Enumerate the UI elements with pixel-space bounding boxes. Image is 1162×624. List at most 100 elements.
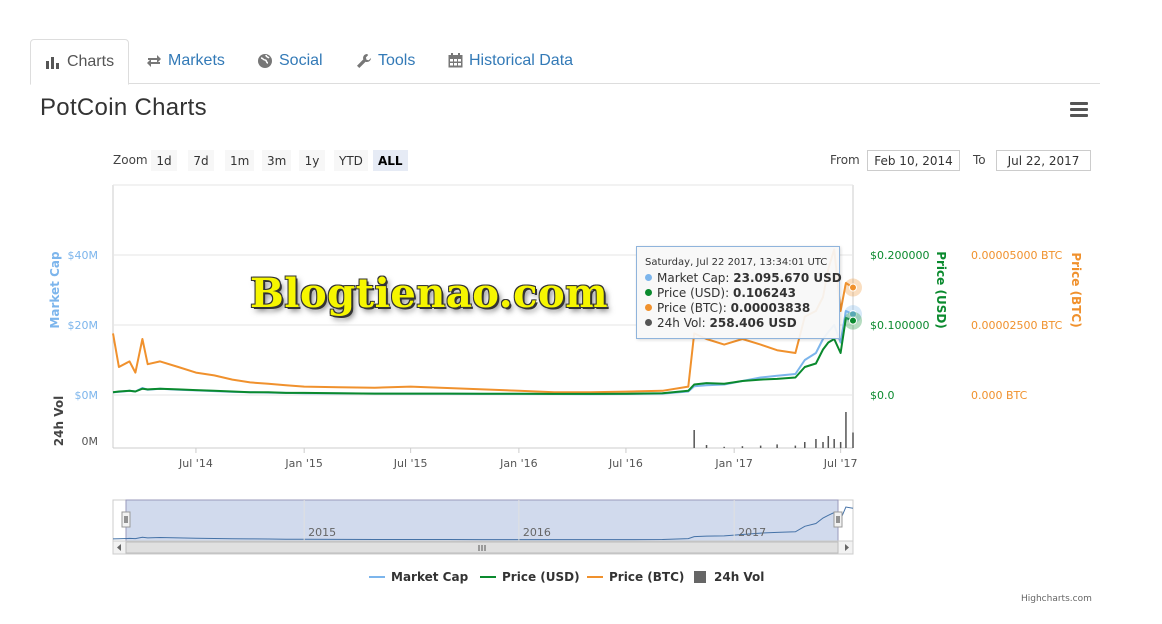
navigator-year-label: 2017 <box>738 526 766 539</box>
exchange-icon <box>146 54 162 68</box>
chart-legend: Market Cap Price (USD) Price (BTC) 24h V… <box>0 570 1162 588</box>
x-tick-label: Jan '17 <box>714 457 752 470</box>
market-cap-tick-label: $0M <box>75 389 99 402</box>
x-tick-label: Jul '17 <box>823 457 858 470</box>
tooltip-label: Price (USD): <box>657 286 730 300</box>
tooltip-label: Price (BTC): <box>657 301 727 315</box>
price-usd-dot-icon <box>645 289 652 296</box>
price-usd-tick-label: $0.200000 <box>870 249 930 262</box>
bar-chart-icon <box>45 55 61 69</box>
legend-price-usd[interactable]: Price (USD) <box>480 570 580 584</box>
volume-bar <box>705 445 708 448</box>
hover-halo <box>844 278 862 297</box>
calendar-icon <box>448 53 463 68</box>
globe-icon <box>257 53 273 69</box>
to-label: To <box>973 153 986 167</box>
wrench-icon <box>356 53 372 69</box>
hover-halo <box>844 305 862 324</box>
legend-market-cap[interactable]: Market Cap <box>369 570 468 584</box>
tooltip-title: Saturday, Jul 22 2017, 13:34:01 UTC <box>645 257 828 268</box>
volume-bar <box>839 442 842 448</box>
volume-bar <box>827 436 830 448</box>
watermark-text: Blogtienao.com <box>250 270 609 317</box>
volume-bar <box>822 442 824 448</box>
tooltip-row-price-usd: Price (USD): 0.106243 <box>645 286 796 300</box>
price-usd-tick-label: $0.100000 <box>870 319 930 332</box>
volume-bar <box>794 445 797 448</box>
tooltip-label: 24h Vol: <box>657 316 706 330</box>
highcharts-credits[interactable]: Highcharts.com <box>1021 594 1092 604</box>
chart-tooltip: Saturday, Jul 22 2017, 13:34:01 UTC Mark… <box>636 246 842 339</box>
price-btc-tick-label: 0.00005000 BTC <box>971 249 1063 262</box>
tooltip-value: 0.106243 <box>732 286 796 300</box>
legend-square-icon <box>694 571 706 583</box>
navigator-year-label: 2016 <box>523 526 551 539</box>
scroll-left-arrow-icon <box>117 544 121 551</box>
legend-label: Price (USD) <box>502 570 580 584</box>
x-tick-label: Jul '16 <box>608 457 643 470</box>
price-btc-tick-label: 0.00002500 BTC <box>971 319 1063 332</box>
volume-bar <box>723 446 725 448</box>
hover-marker <box>849 316 857 325</box>
tab-label: Tools <box>378 51 416 69</box>
volume-bar <box>852 432 854 448</box>
tab-markets[interactable]: Markets <box>146 39 225 82</box>
zoom-1y-button[interactable]: 1y <box>299 150 325 171</box>
market-cap-axis-title: Market Cap <box>48 251 62 329</box>
volume-bar <box>815 439 817 448</box>
tab-tools[interactable]: Tools <box>356 39 415 82</box>
tooltip-row-volume: 24h Vol: 258.406 USD <box>645 316 797 330</box>
x-tick-label: Jul '15 <box>393 457 428 470</box>
price-btc-axis-title: Price (BTC) <box>1069 252 1083 327</box>
navigator-series-line <box>112 506 854 541</box>
volume-bar <box>741 446 744 448</box>
scroll-right-arrow-icon <box>845 544 849 551</box>
tooltip-value: 0.00003838 <box>730 301 811 315</box>
tooltip-row-market-cap: Market Cap: 23.095.670 USD <box>645 271 842 285</box>
volume-tick-label: 0M <box>82 435 99 448</box>
to-date-input[interactable]: Jul 22, 2017 <box>996 150 1091 171</box>
x-tick-label: Jul '14 <box>178 457 213 470</box>
tooltip-value: 258.406 USD <box>709 316 797 330</box>
volume-bar <box>776 444 778 448</box>
legend-label: Price (BTC) <box>609 570 685 584</box>
market-cap-tick-label: $20M <box>68 319 99 332</box>
tab-charts[interactable]: Charts <box>30 39 129 85</box>
zoom-7d-button[interactable]: 7d <box>188 150 214 171</box>
navigator-scrollbar-track <box>112 540 854 555</box>
tooltip-row-price-btc: Price (BTC): 0.00003838 <box>645 301 810 315</box>
tooltip-value: 23.095.670 USD <box>733 271 842 285</box>
legend-line-icon <box>480 576 496 578</box>
price-usd-tick-label: $0.0 <box>870 389 895 402</box>
zoom-label: Zoom <box>113 153 148 167</box>
tab-social[interactable]: Social <box>257 39 323 82</box>
volume-bar <box>804 442 806 448</box>
price-usd-axis-title: Price (USD) <box>934 251 948 329</box>
legend-price-btc[interactable]: Price (BTC) <box>587 570 684 584</box>
x-tick-label: Jan '16 <box>499 457 537 470</box>
tab-label: Social <box>279 51 323 69</box>
zoom-3m-button[interactable]: 3m <box>262 150 292 171</box>
navigator-handle <box>833 511 843 528</box>
zoom-1d-button[interactable]: 1d <box>151 150 177 171</box>
price-btc-dot-icon <box>645 304 652 311</box>
zoom-all-button[interactable]: ALL <box>373 150 408 171</box>
market-cap-dot-icon <box>645 274 652 281</box>
volume-bar <box>759 445 762 448</box>
tooltip-label: Market Cap: <box>657 271 730 285</box>
market-cap-tick-label: $40M <box>68 249 99 262</box>
tab-label: Charts <box>66 53 115 70</box>
navigator-frame <box>112 499 854 542</box>
legend-label: 24h Vol <box>714 570 765 584</box>
navigator-selection <box>125 499 839 542</box>
hamburger-menu-icon[interactable] <box>1070 102 1088 118</box>
volume-dot-icon <box>645 319 652 326</box>
hover-marker <box>849 283 857 292</box>
legend-line-icon <box>369 576 385 578</box>
legend-24h-vol[interactable]: 24h Vol <box>694 570 764 584</box>
from-date-input[interactable]: Feb 10, 2014 <box>867 150 960 171</box>
zoom-1m-button[interactable]: 1m <box>225 150 255 171</box>
tab-historical-data[interactable]: Historical Data <box>448 39 573 82</box>
zoom-ytd-button[interactable]: YTD <box>334 150 368 171</box>
page-title: PotCoin Charts <box>40 94 207 121</box>
